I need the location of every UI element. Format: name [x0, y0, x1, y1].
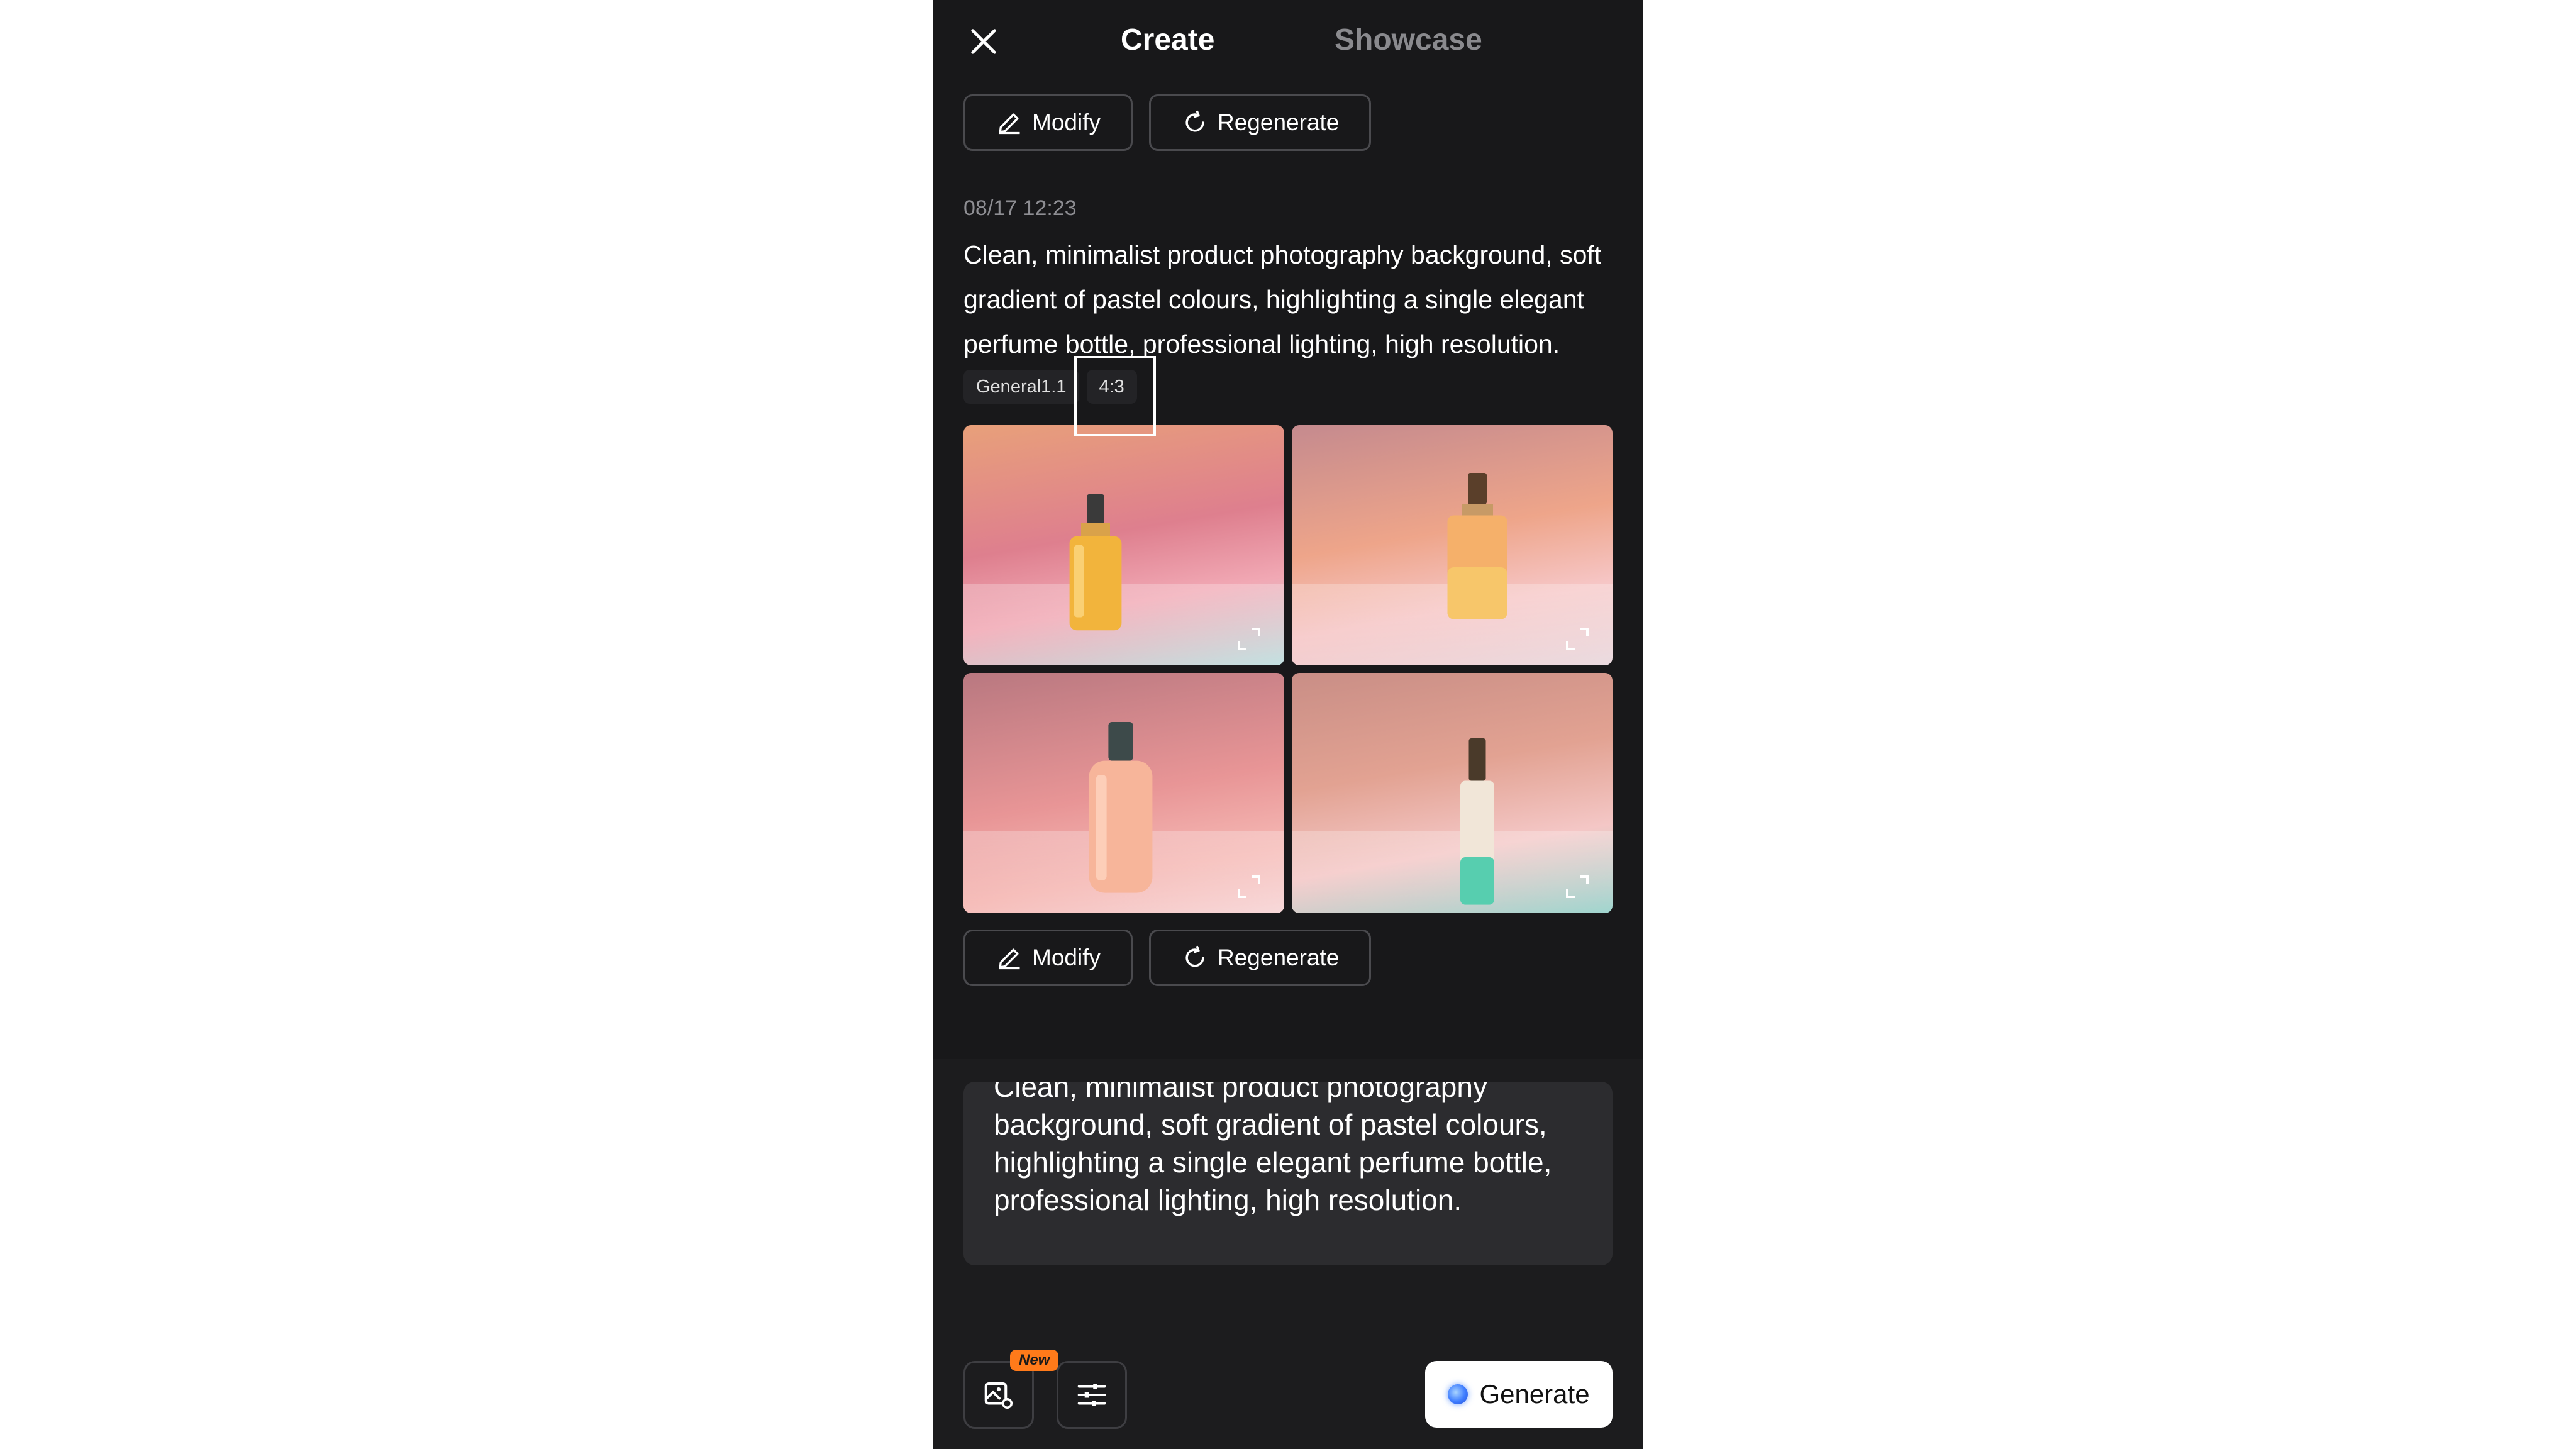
perfume-bottle-image — [1089, 722, 1153, 893]
regenerate-label: Regenerate — [1217, 109, 1340, 135]
modify-button[interactable]: Modify — [963, 94, 1133, 151]
sliders-icon — [1077, 1384, 1106, 1406]
generate-label: Generate — [1479, 1379, 1590, 1409]
expand-icon[interactable] — [1565, 874, 1590, 899]
refresh-icon — [1185, 110, 1204, 132]
regenerate-label: Regenerate — [1217, 945, 1340, 970]
pencil-icon — [999, 113, 1020, 135]
entry-prompt: Clean, minimalist product photography ba… — [963, 240, 1602, 358]
perfume-bottle-image — [1069, 494, 1122, 631]
settings-button[interactable] — [1057, 1361, 1127, 1429]
generated-image-3[interactable] — [963, 673, 1284, 913]
generated-image-1[interactable] — [963, 425, 1284, 665]
top-action-row: Modify Regenerate — [963, 94, 1372, 151]
image-reference-button[interactable] — [963, 1361, 1034, 1429]
new-badge: New — [1010, 1350, 1059, 1371]
generated-image-2[interactable] — [1292, 425, 1613, 665]
modify-label: Modify — [1032, 109, 1101, 135]
regenerate-button[interactable]: Regenerate — [1148, 94, 1372, 151]
focus-highlight — [1074, 356, 1156, 436]
app-screen: Create Showcase Modify Regenerate 08/17 … — [933, 0, 1643, 1449]
generate-orb-icon — [1448, 1384, 1468, 1404]
close-button[interactable] — [961, 19, 1006, 64]
regenerate-button[interactable]: Regenerate — [1148, 930, 1372, 986]
expand-icon[interactable] — [1236, 626, 1262, 652]
entry-timestamp: 08/17 12:23 — [963, 196, 1077, 220]
header: Create Showcase — [933, 0, 1643, 84]
tab-showcase[interactable]: Showcase — [1335, 23, 1482, 57]
image-settings-icon — [984, 1382, 1013, 1409]
close-icon — [971, 29, 996, 54]
perfume-bottle-image — [1460, 738, 1494, 905]
bottom-action-row: Modify Regenerate — [963, 930, 1372, 986]
generate-button[interactable]: Generate — [1425, 1361, 1613, 1428]
expand-icon[interactable] — [1565, 626, 1590, 652]
modify-label: Modify — [1032, 945, 1101, 970]
generated-image-4[interactable] — [1292, 673, 1613, 913]
expand-icon[interactable] — [1236, 874, 1262, 899]
prompt-input-box[interactable]: Clean, minimalist product photography ba… — [963, 1082, 1613, 1265]
model-tag: General1.1 — [963, 370, 1079, 404]
image-grid — [963, 425, 1613, 913]
refresh-icon — [1185, 945, 1204, 967]
pencil-icon — [999, 948, 1020, 970]
modify-button[interactable]: Modify — [963, 930, 1133, 986]
perfume-bottle-image — [1447, 473, 1507, 619]
prompt-input[interactable]: Clean, minimalist product photography ba… — [994, 1082, 1597, 1219]
tab-create[interactable]: Create — [1121, 23, 1214, 57]
